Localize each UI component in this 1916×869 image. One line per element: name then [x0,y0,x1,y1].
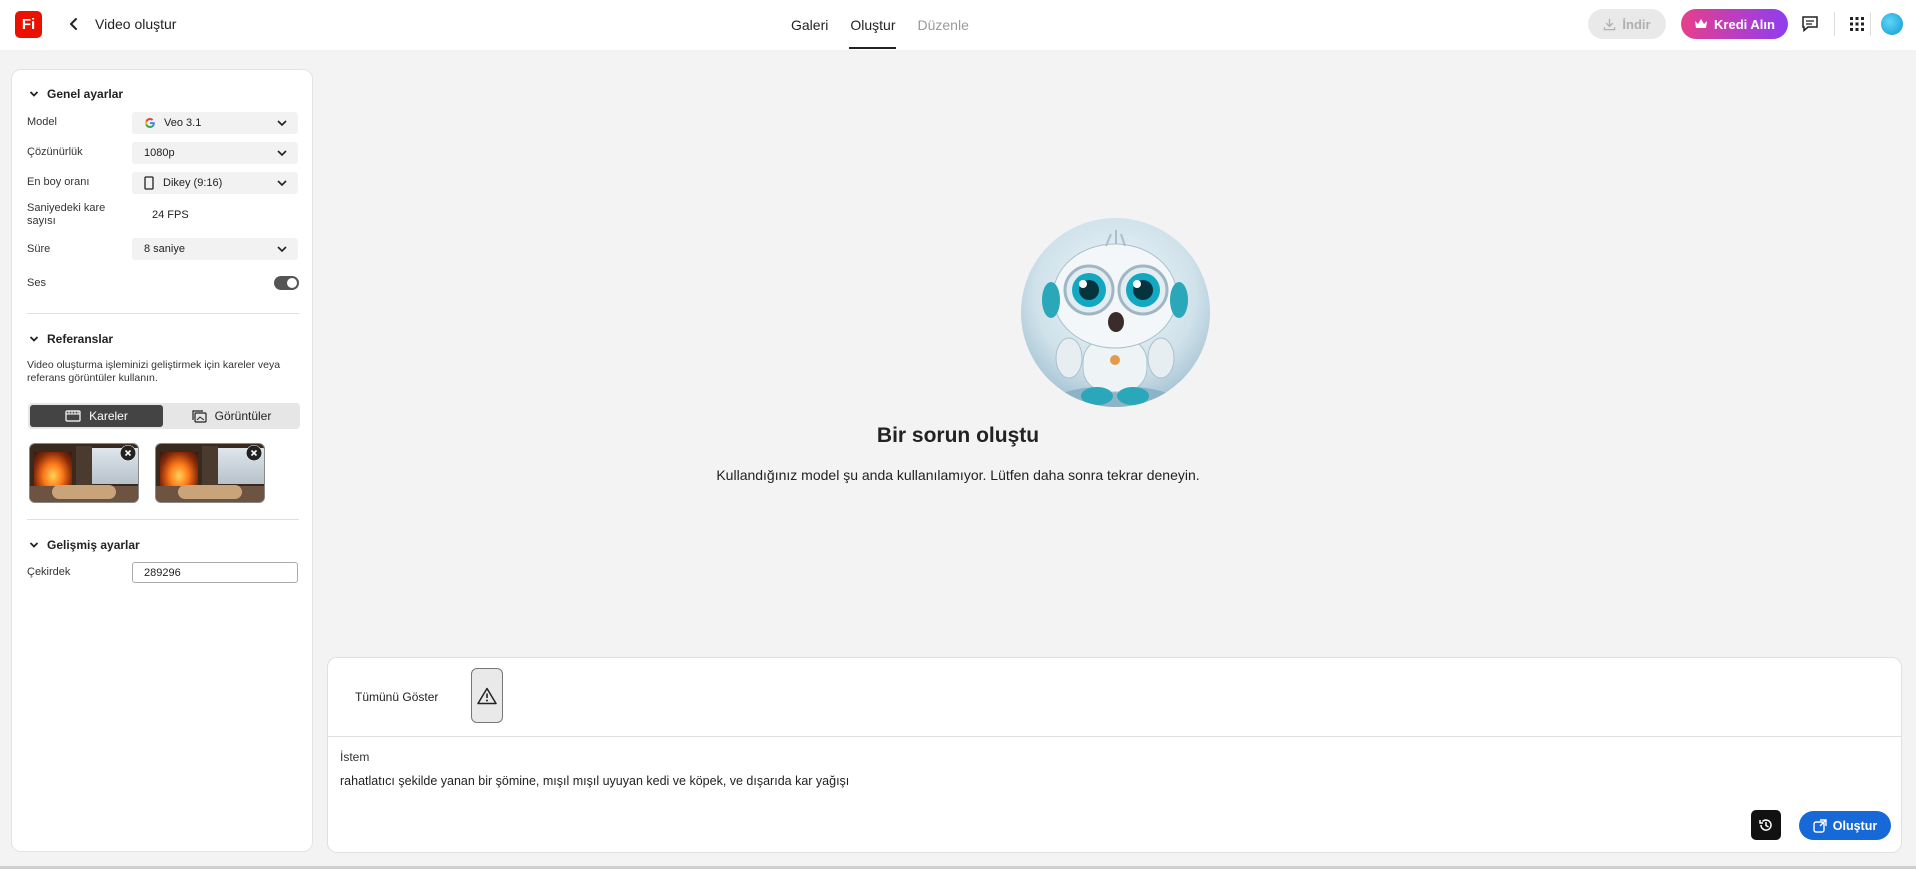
card-divider [328,736,1901,737]
chevron-down-icon [29,336,39,342]
history-button[interactable] [1751,810,1781,840]
duration-label: Süre [27,243,51,255]
toolbar-divider [1870,12,1871,36]
download-label: İndir [1622,16,1651,32]
model-label: Model [27,116,57,128]
film-frames-icon [65,410,81,422]
general-settings-header[interactable]: Genel ayarlar [29,87,123,101]
get-credits-button[interactable]: Kredi Alın [1681,9,1788,39]
chevron-down-icon [29,542,39,548]
warning-icon [477,687,497,704]
warning-button[interactable] [471,668,503,723]
get-credits-label: Kredi Alın [1714,16,1775,32]
sleeping-pets-graphic [178,485,242,499]
tab-frames-label: Kareler [89,409,128,423]
fps-label: Saniyedeki kare sayısı [27,202,106,227]
top-bar: Fi Video oluştur Galeri Oluştur Düzenle … [0,0,1916,50]
advanced-settings-title: Gelişmiş ayarlar [47,538,140,552]
main-nav: Galeri Oluştur Düzenle [780,0,980,50]
settings-panel: Genel ayarlar Model Veo 3.1 Çözünürlük 1… [11,69,313,852]
resolution-label: Çözünürlük [27,146,83,158]
create-label: Oluştur [1832,818,1878,833]
chevron-down-icon [277,120,287,127]
references-header[interactable]: Referanslar [29,332,113,346]
resolution-select[interactable]: 1080p [132,142,298,164]
aspect-ratio-label: En boy oranı [27,176,90,188]
show-all-link[interactable]: Tümünü Göster [355,690,438,704]
generate-icon [1813,818,1827,833]
chevron-down-icon [29,91,39,97]
portrait-phone-icon [144,176,154,190]
crown-icon [1695,19,1708,28]
tab-create[interactable]: Oluştur [839,0,906,50]
tab-images-label: Görüntüler [214,409,272,423]
apps-grid-icon[interactable] [1846,13,1868,35]
create-button[interactable]: Oluştur [1799,811,1891,840]
history-icon [1759,819,1772,831]
tab-edit[interactable]: Düzenle [906,0,979,50]
chevron-down-icon [277,246,287,253]
app-logo[interactable]: Fi [15,11,42,38]
section-divider [27,519,299,520]
duration-value: 8 saniye [144,243,185,255]
advanced-settings-header[interactable]: Gelişmiş ayarlar [29,538,140,552]
fps-value: 24 FPS [152,209,189,221]
duration-select[interactable]: 8 saniye [132,238,298,260]
seed-input[interactable] [132,562,298,583]
error-title: Bir sorun oluştu [876,424,1040,447]
prompt-card: Tümünü Göster İstem rahatlatıcı şekilde … [327,657,1902,853]
aspect-ratio-value: Dikey (9:16) [163,177,223,189]
download-icon [1604,18,1616,30]
prompt-textarea[interactable]: rahatlatıcı şekilde yanan bir şömine, mı… [340,774,849,788]
toolbar-divider [1834,12,1835,36]
sleeping-pets-graphic [52,485,116,499]
error-message: Kullandığınız model şu anda kullanılamıy… [716,467,1200,483]
section-divider [27,313,299,314]
images-icon [192,409,207,423]
toggle-knob [287,278,297,288]
resolution-value: 1080p [144,147,175,159]
model-select[interactable]: Veo 3.1 [132,112,298,134]
back-arrow-icon[interactable] [64,14,84,34]
chevron-down-icon [277,150,287,157]
references-title: Referanslar [47,332,114,346]
references-description: Video oluşturma işleminizi geliştirmek i… [27,359,281,384]
google-icon [145,118,155,128]
feedback-icon[interactable] [1799,13,1821,35]
audio-toggle[interactable] [274,276,299,290]
page-title: Video oluştur [95,16,177,32]
prompt-label: İstem [340,750,370,764]
chevron-down-icon [277,180,287,187]
tab-gallery[interactable]: Galeri [780,0,839,50]
model-value: Veo 3.1 [164,117,202,129]
aspect-ratio-select[interactable]: Dikey (9:16) [132,172,298,194]
audio-label: Ses [27,277,46,289]
download-button[interactable]: İndir [1588,9,1666,39]
seed-label: Çekirdek [27,566,71,578]
robot-illustration [1021,218,1210,407]
general-settings-title: Genel ayarlar [47,87,124,101]
user-avatar[interactable] [1881,13,1903,35]
